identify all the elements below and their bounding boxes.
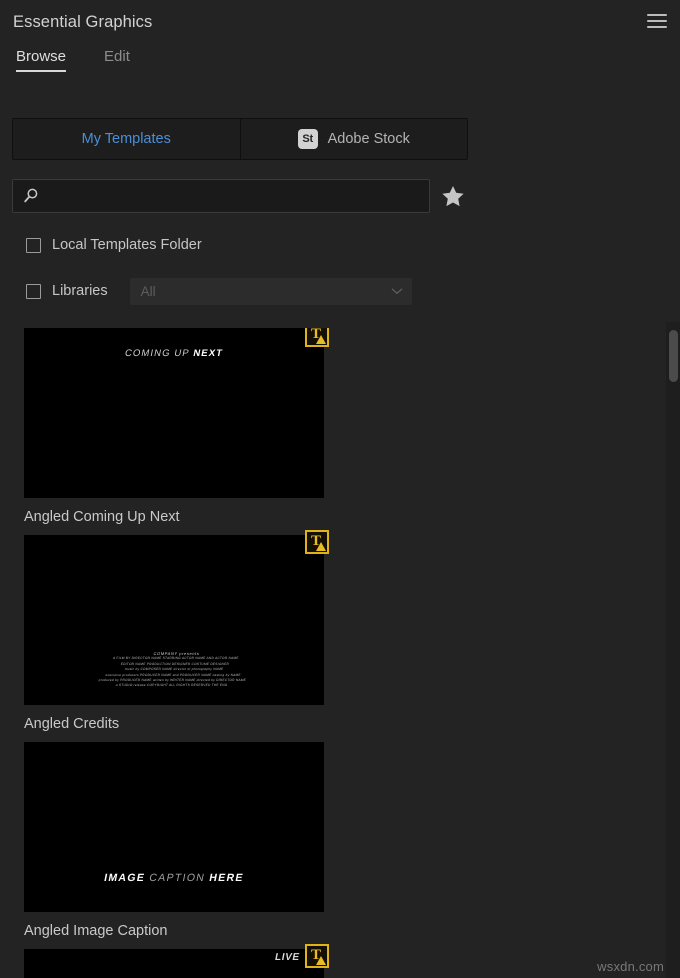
template-card[interactable]: LIVE T Angled Live Overlay bbox=[24, 944, 329, 978]
star-icon[interactable] bbox=[438, 181, 468, 211]
source-my-templates-label: My Templates bbox=[81, 131, 171, 147]
hamburger-menu-icon[interactable] bbox=[647, 14, 669, 34]
template-thumbnail[interactable]: LIVE T bbox=[24, 944, 329, 978]
library-select[interactable]: All bbox=[129, 277, 412, 305]
missing-font-badge-icon: T bbox=[305, 530, 329, 554]
template-card[interactable]: COMING UP NEXT T Angled Coming Up Next bbox=[24, 328, 329, 525]
template-grid[interactable]: COMING UP NEXT T Angled Coming Up Next C… bbox=[0, 328, 660, 978]
local-templates-checkbox[interactable] bbox=[26, 237, 41, 253]
thumbnail-artwork-text: LIVE bbox=[274, 952, 302, 963]
thumbnail-artwork-text: IMAGE CAPTION HERE bbox=[103, 872, 245, 884]
filter-libraries-row: Libraries All bbox=[26, 277, 456, 305]
thumbnail-artwork-credits: COMPANY presents A FILM BY DIRECTOR NAME… bbox=[24, 651, 324, 689]
tab-edit-label: Edit bbox=[104, 48, 130, 65]
search-row bbox=[12, 179, 468, 213]
essential-graphics-panel: Essential Graphics Browse Edit My Templa… bbox=[0, 0, 680, 978]
template-name: Angled Image Caption bbox=[24, 923, 168, 939]
menu-line bbox=[647, 14, 667, 16]
libraries-checkbox[interactable] bbox=[26, 283, 41, 299]
tab-browse[interactable]: Browse bbox=[16, 48, 67, 72]
art-text-dim: CAPTION bbox=[148, 872, 211, 884]
thumbnail-artwork-text: COMING UP NEXT bbox=[124, 348, 224, 359]
tab-browse-label: Browse bbox=[16, 48, 67, 65]
template-thumbnail[interactable]: IMAGE CAPTION HERE bbox=[24, 742, 324, 912]
source-my-templates[interactable]: My Templates bbox=[13, 119, 240, 159]
template-thumbnail[interactable]: COMPANY presents A FILM BY DIRECTOR NAME… bbox=[24, 530, 329, 705]
template-card[interactable]: COMPANY presents A FILM BY DIRECTOR NAME… bbox=[24, 530, 329, 732]
source-adobe-stock-label: Adobe Stock bbox=[327, 131, 410, 147]
scrollbar-thumb[interactable] bbox=[669, 330, 678, 382]
page-title: Essential Graphics bbox=[13, 13, 153, 31]
watermark: wsxdn.com bbox=[597, 959, 664, 974]
filter-section: Local Templates Folder Libraries All bbox=[26, 232, 456, 324]
art-text-bold: IMAGE bbox=[103, 872, 151, 884]
template-card[interactable]: IMAGE CAPTION HERE Angled Image Caption bbox=[24, 742, 324, 939]
art-text-bold: NEXT bbox=[192, 348, 225, 359]
art-text-light: COMING UP bbox=[123, 348, 195, 359]
search-input[interactable] bbox=[40, 180, 429, 212]
search-icon bbox=[24, 188, 38, 203]
panel-tabs: Browse Edit bbox=[0, 48, 680, 90]
template-name: Angled Credits bbox=[24, 716, 120, 732]
template-source-toggle: My Templates St Adobe Stock bbox=[12, 118, 468, 160]
adobe-stock-icon: St bbox=[297, 129, 318, 149]
template-name: Angled Coming Up Next bbox=[24, 509, 180, 525]
art-text-bold: HERE bbox=[208, 872, 245, 884]
template-thumbnail[interactable]: COMING UP NEXT T bbox=[24, 328, 329, 498]
menu-line bbox=[647, 20, 667, 22]
menu-line bbox=[647, 26, 667, 28]
tab-edit[interactable]: Edit bbox=[104, 48, 130, 72]
local-templates-label: Local Templates Folder bbox=[52, 237, 202, 253]
libraries-label: Libraries bbox=[52, 283, 108, 299]
library-select-value: All bbox=[140, 283, 156, 299]
panel-header: Essential Graphics bbox=[0, 0, 680, 48]
scrollbar-track[interactable] bbox=[666, 322, 680, 978]
search-field[interactable] bbox=[12, 179, 430, 213]
missing-font-badge-icon: T bbox=[305, 944, 329, 968]
chevron-down-icon bbox=[391, 288, 403, 295]
missing-font-badge-icon: T bbox=[305, 328, 329, 347]
source-adobe-stock[interactable]: St Adobe Stock bbox=[239, 119, 467, 159]
filter-local-templates-row: Local Templates Folder bbox=[26, 232, 456, 258]
credits-line: a STUDIO release COPYRIGHT ALL RIGHTS RE… bbox=[115, 683, 228, 688]
